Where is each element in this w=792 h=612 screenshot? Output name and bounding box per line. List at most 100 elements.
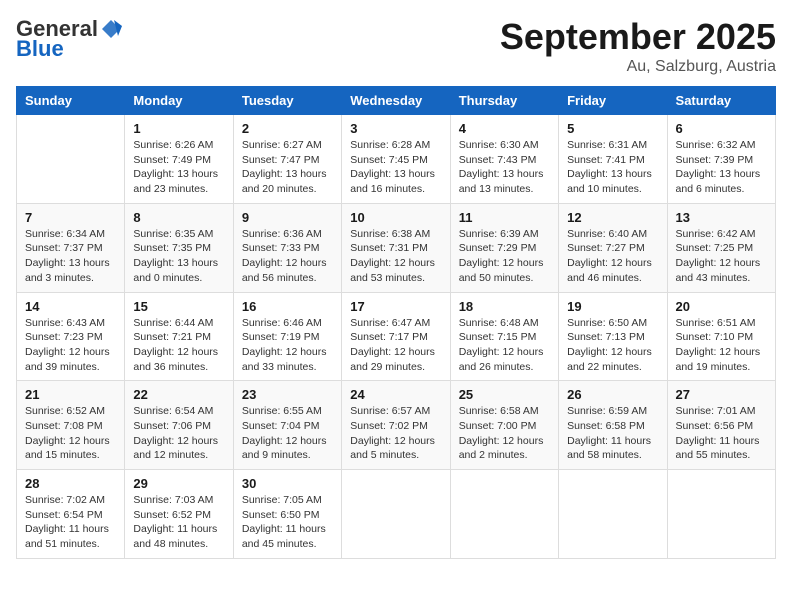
day-number: 2 — [242, 121, 333, 136]
day-cell: 21 Sunrise: 6:52 AMSunset: 7:08 PMDayligh… — [17, 381, 125, 470]
day-cell: 10 Sunrise: 6:38 AMSunset: 7:31 PMDayligh… — [342, 203, 450, 292]
day-number: 30 — [242, 476, 333, 491]
day-cell: 25 Sunrise: 6:58 AMSunset: 7:00 PMDayligh… — [450, 381, 558, 470]
day-cell: 2 Sunrise: 6:27 AMSunset: 7:47 PMDaylight… — [233, 115, 341, 204]
day-info: Sunrise: 6:34 AMSunset: 7:37 PMDaylight:… — [25, 227, 116, 286]
day-cell: 12 Sunrise: 6:40 AMSunset: 7:27 PMDayligh… — [559, 203, 667, 292]
month-title: September 2025 — [500, 16, 776, 58]
day-number: 22 — [133, 387, 224, 402]
day-info: Sunrise: 6:54 AMSunset: 7:06 PMDaylight:… — [133, 404, 224, 463]
day-info: Sunrise: 6:40 AMSunset: 7:27 PMDaylight:… — [567, 227, 658, 286]
day-info: Sunrise: 6:52 AMSunset: 7:08 PMDaylight:… — [25, 404, 116, 463]
location-subtitle: Au, Salzburg, Austria — [500, 58, 776, 76]
weekday-header-sunday: Sunday — [17, 87, 125, 115]
day-info: Sunrise: 6:28 AMSunset: 7:45 PMDaylight:… — [350, 138, 441, 197]
day-number: 27 — [676, 387, 767, 402]
day-cell: 1 Sunrise: 6:26 AMSunset: 7:49 PMDaylight… — [125, 115, 233, 204]
day-info: Sunrise: 6:51 AMSunset: 7:10 PMDaylight:… — [676, 316, 767, 375]
day-cell: 5 Sunrise: 6:31 AMSunset: 7:41 PMDaylight… — [559, 115, 667, 204]
week-row-3: 14 Sunrise: 6:43 AMSunset: 7:23 PMDayligh… — [17, 292, 776, 381]
day-info: Sunrise: 6:26 AMSunset: 7:49 PMDaylight:… — [133, 138, 224, 197]
day-cell: 14 Sunrise: 6:43 AMSunset: 7:23 PMDayligh… — [17, 292, 125, 381]
day-number: 24 — [350, 387, 441, 402]
day-info: Sunrise: 6:59 AMSunset: 6:58 PMDaylight:… — [567, 404, 658, 463]
day-info: Sunrise: 6:48 AMSunset: 7:15 PMDaylight:… — [459, 316, 550, 375]
weekday-header-thursday: Thursday — [450, 87, 558, 115]
day-cell: 6 Sunrise: 6:32 AMSunset: 7:39 PMDaylight… — [667, 115, 775, 204]
day-info: Sunrise: 6:42 AMSunset: 7:25 PMDaylight:… — [676, 227, 767, 286]
day-info: Sunrise: 6:36 AMSunset: 7:33 PMDaylight:… — [242, 227, 333, 286]
day-info: Sunrise: 6:32 AMSunset: 7:39 PMDaylight:… — [676, 138, 767, 197]
day-number: 10 — [350, 210, 441, 225]
week-row-1: 1 Sunrise: 6:26 AMSunset: 7:49 PMDaylight… — [17, 115, 776, 204]
weekday-header-wednesday: Wednesday — [342, 87, 450, 115]
day-info: Sunrise: 7:03 AMSunset: 6:52 PMDaylight:… — [133, 493, 224, 552]
day-number: 3 — [350, 121, 441, 136]
day-number: 13 — [676, 210, 767, 225]
day-cell: 9 Sunrise: 6:36 AMSunset: 7:33 PMDaylight… — [233, 203, 341, 292]
day-cell: 15 Sunrise: 6:44 AMSunset: 7:21 PMDayligh… — [125, 292, 233, 381]
day-cell: 20 Sunrise: 6:51 AMSunset: 7:10 PMDayligh… — [667, 292, 775, 381]
day-cell: 22 Sunrise: 6:54 AMSunset: 7:06 PMDayligh… — [125, 381, 233, 470]
day-cell: 17Sunrise: 6:47 AMSunset: 7:17 PMDayligh… — [342, 292, 450, 381]
day-info: Sunrise: 6:43 AMSunset: 7:23 PMDaylight:… — [25, 316, 116, 375]
day-cell: 29 Sunrise: 7:03 AMSunset: 6:52 PMDayligh… — [125, 470, 233, 559]
day-cell: 27Sunrise: 7:01 AMSunset: 6:56 PMDayligh… — [667, 381, 775, 470]
day-cell — [450, 470, 558, 559]
day-cell: 7Sunrise: 6:34 AMSunset: 7:37 PMDaylight… — [17, 203, 125, 292]
day-number: 11 — [459, 210, 550, 225]
week-row-5: 28 Sunrise: 7:02 AMSunset: 6:54 PMDayligh… — [17, 470, 776, 559]
day-number: 17 — [350, 299, 441, 314]
day-number: 1 — [133, 121, 224, 136]
day-number: 20 — [676, 299, 767, 314]
day-cell: 18 Sunrise: 6:48 AMSunset: 7:15 PMDayligh… — [450, 292, 558, 381]
day-number: 5 — [567, 121, 658, 136]
day-info: Sunrise: 6:46 AMSunset: 7:19 PMDaylight:… — [242, 316, 333, 375]
week-row-4: 21 Sunrise: 6:52 AMSunset: 7:08 PMDayligh… — [17, 381, 776, 470]
day-cell: 24Sunrise: 6:57 AMSunset: 7:02 PMDayligh… — [342, 381, 450, 470]
day-cell: 8 Sunrise: 6:35 AMSunset: 7:35 PMDaylight… — [125, 203, 233, 292]
title-section: September 2025 Au, Salzburg, Austria — [500, 16, 776, 76]
day-number: 14 — [25, 299, 116, 314]
day-number: 8 — [133, 210, 224, 225]
day-info: Sunrise: 6:35 AMSunset: 7:35 PMDaylight:… — [133, 227, 224, 286]
day-info: Sunrise: 6:39 AMSunset: 7:29 PMDaylight:… — [459, 227, 550, 286]
day-info: Sunrise: 7:02 AMSunset: 6:54 PMDaylight:… — [25, 493, 116, 552]
day-cell — [17, 115, 125, 204]
day-info: Sunrise: 6:38 AMSunset: 7:31 PMDaylight:… — [350, 227, 441, 286]
day-number: 21 — [25, 387, 116, 402]
day-info: Sunrise: 6:58 AMSunset: 7:00 PMDaylight:… — [459, 404, 550, 463]
day-info: Sunrise: 6:27 AMSunset: 7:47 PMDaylight:… — [242, 138, 333, 197]
day-cell: 23Sunrise: 6:55 AMSunset: 7:04 PMDayligh… — [233, 381, 341, 470]
day-number: 29 — [133, 476, 224, 491]
day-info: Sunrise: 6:50 AMSunset: 7:13 PMDaylight:… — [567, 316, 658, 375]
day-cell: 30Sunrise: 7:05 AMSunset: 6:50 PMDayligh… — [233, 470, 341, 559]
day-cell: 3 Sunrise: 6:28 AMSunset: 7:45 PMDaylight… — [342, 115, 450, 204]
day-number: 9 — [242, 210, 333, 225]
logo-blue: Blue — [16, 36, 64, 62]
week-row-2: 7Sunrise: 6:34 AMSunset: 7:37 PMDaylight… — [17, 203, 776, 292]
day-cell: 19Sunrise: 6:50 AMSunset: 7:13 PMDayligh… — [559, 292, 667, 381]
day-number: 25 — [459, 387, 550, 402]
header: General Blue September 2025 Au, Salzburg… — [16, 16, 776, 76]
day-number: 6 — [676, 121, 767, 136]
day-info: Sunrise: 6:44 AMSunset: 7:21 PMDaylight:… — [133, 316, 224, 375]
weekday-header-row: SundayMondayTuesdayWednesdayThursdayFrid… — [17, 87, 776, 115]
day-cell — [559, 470, 667, 559]
day-cell: 26 Sunrise: 6:59 AMSunset: 6:58 PMDayligh… — [559, 381, 667, 470]
day-cell: 28 Sunrise: 7:02 AMSunset: 6:54 PMDayligh… — [17, 470, 125, 559]
day-number: 18 — [459, 299, 550, 314]
logo-icon — [100, 18, 122, 40]
calendar-table: SundayMondayTuesdayWednesdayThursdayFrid… — [16, 86, 776, 559]
day-number: 12 — [567, 210, 658, 225]
day-number: 4 — [459, 121, 550, 136]
weekday-header-friday: Friday — [559, 87, 667, 115]
day-number: 28 — [25, 476, 116, 491]
day-cell: 11 Sunrise: 6:39 AMSunset: 7:29 PMDayligh… — [450, 203, 558, 292]
day-cell — [342, 470, 450, 559]
day-number: 15 — [133, 299, 224, 314]
day-cell: 13 Sunrise: 6:42 AMSunset: 7:25 PMDayligh… — [667, 203, 775, 292]
day-info: Sunrise: 6:31 AMSunset: 7:41 PMDaylight:… — [567, 138, 658, 197]
day-number: 26 — [567, 387, 658, 402]
day-cell: 4Sunrise: 6:30 AMSunset: 7:43 PMDaylight… — [450, 115, 558, 204]
